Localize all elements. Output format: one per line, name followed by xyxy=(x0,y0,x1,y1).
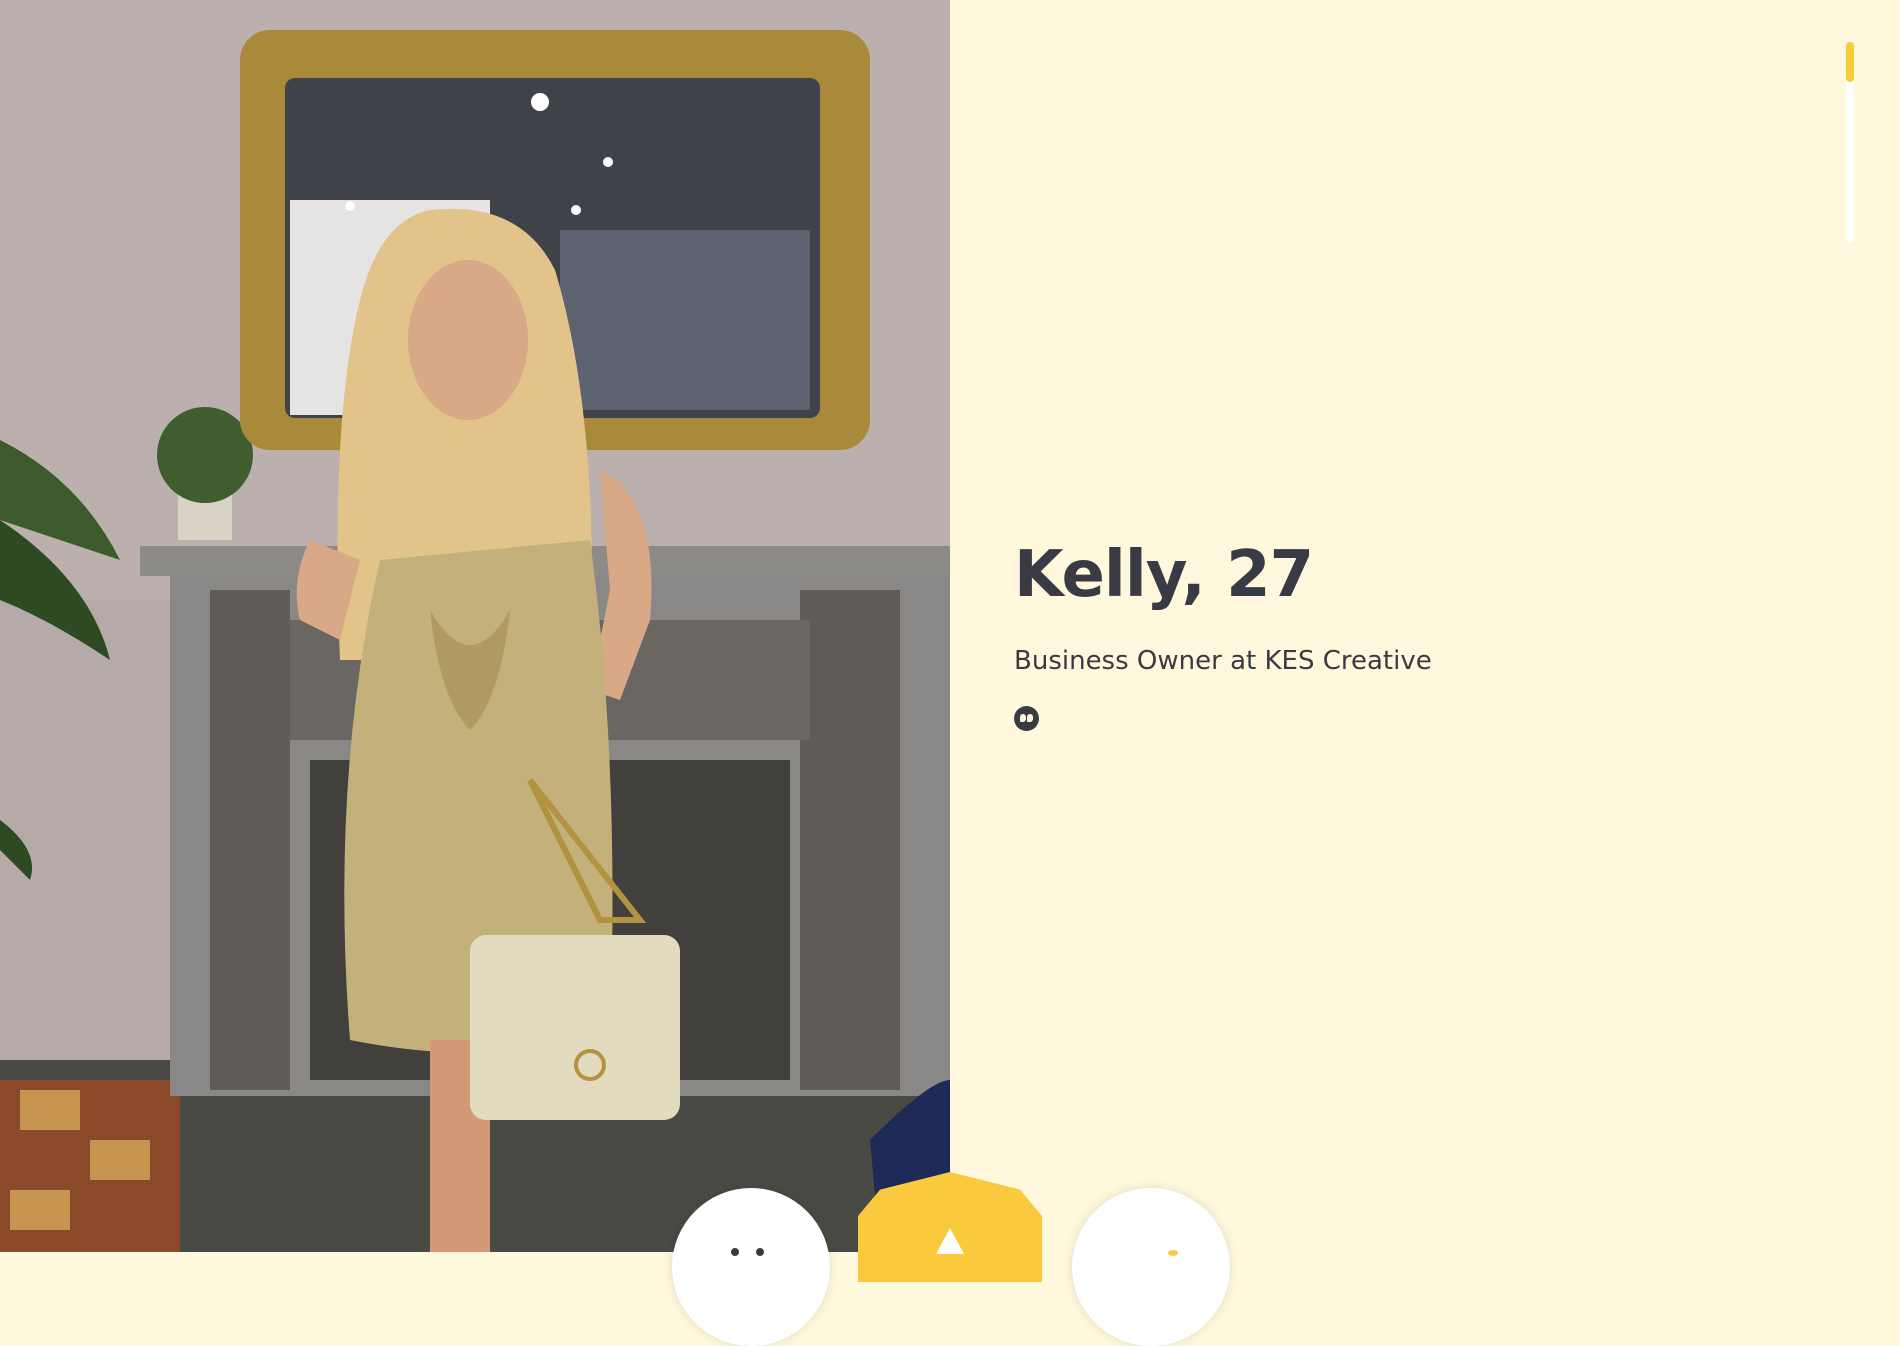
check-icon xyxy=(1168,1250,1178,1256)
photo-progress-indicator xyxy=(1846,42,1854,82)
profile-job: Business Owner at KES Creative xyxy=(1014,646,1432,676)
like-button[interactable] xyxy=(1072,1188,1230,1346)
quote-icon xyxy=(1014,706,1039,731)
profile-name-age: Kelly, 27 xyxy=(1014,538,1314,612)
profile-photo[interactable] xyxy=(0,0,950,1252)
profile-info-panel[interactable]: Kelly, 27 Business Owner at KES Creative xyxy=(950,0,1900,1252)
superswipe-button[interactable] xyxy=(858,1172,1042,1282)
photo-progress-track[interactable] xyxy=(1846,42,1854,242)
superswipe-icon xyxy=(936,1228,964,1254)
pass-button[interactable] xyxy=(672,1188,830,1346)
close-icon xyxy=(731,1248,739,1256)
close-icon-dot xyxy=(756,1248,764,1256)
